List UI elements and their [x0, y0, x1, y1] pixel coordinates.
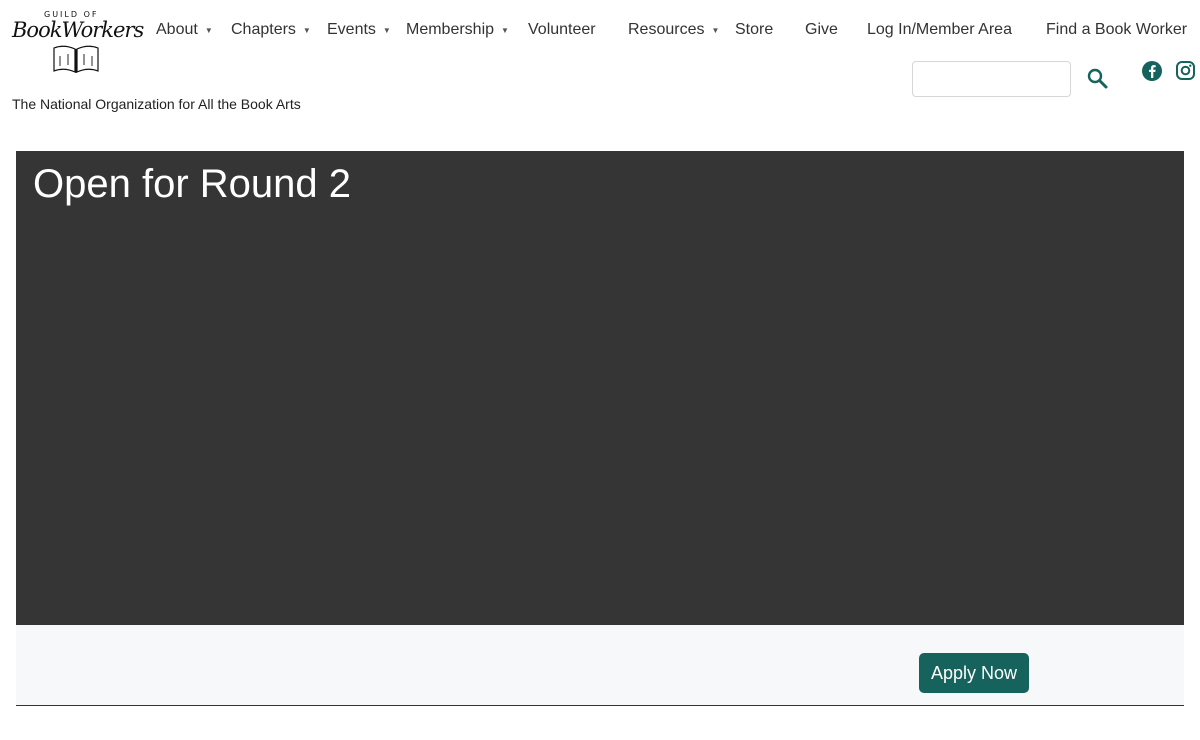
nav-item-membership[interactable]: Membership ▼	[406, 21, 509, 39]
chevron-down-icon: ▼	[382, 25, 391, 35]
chevron-down-icon: ▼	[204, 25, 213, 35]
nav-item-label: Volunteer	[528, 21, 596, 38]
chevron-down-icon: ▼	[711, 25, 720, 35]
search-input[interactable]	[912, 61, 1071, 97]
nav-item-label: Membership	[406, 21, 495, 38]
hero-banner: Open for Round 2	[16, 151, 1184, 625]
chevron-down-icon: ▼	[501, 25, 509, 35]
site-logo[interactable]: GUILD OF BookWorkers	[12, 10, 144, 76]
facebook-icon	[1142, 61, 1162, 81]
nav-item-find-book-worker[interactable]: Find a Book Worker	[1046, 21, 1187, 39]
nav-item-label: Events	[327, 21, 376, 38]
nav-item-resources[interactable]: Resources ▼	[628, 21, 719, 39]
nav-item-volunteer[interactable]: Volunteer	[528, 21, 596, 39]
nav-item-about[interactable]: About ▼	[156, 21, 213, 39]
nav-item-label: Give	[805, 21, 838, 38]
nav-item-label: About	[156, 21, 198, 38]
open-book-icon	[53, 45, 99, 73]
instagram-icon	[1176, 61, 1195, 80]
nav-item-give[interactable]: Give	[805, 21, 838, 39]
site-tagline: The National Organization for All the Bo…	[12, 96, 301, 112]
nav-item-store[interactable]: Store	[735, 21, 773, 39]
facebook-link[interactable]	[1141, 60, 1163, 87]
nav-item-label: Resources	[628, 21, 705, 38]
nav-item-chapters[interactable]: Chapters ▼	[231, 21, 311, 39]
search-icon	[1087, 68, 1108, 89]
search-button[interactable]	[1085, 66, 1111, 92]
apply-now-button[interactable]: Apply Now	[919, 653, 1029, 693]
nav-item-events[interactable]: Events ▼	[327, 21, 391, 39]
nav-item-label: Log In/Member Area	[867, 21, 1012, 38]
nav-item-label: Find a Book Worker	[1046, 21, 1188, 38]
hero-title: Open for Round 2	[33, 162, 351, 206]
nav-item-login[interactable]: Log In/Member Area	[867, 21, 1012, 39]
chevron-down-icon: ▼	[302, 25, 311, 35]
nav-item-label: Chapters	[231, 21, 296, 38]
nav-item-label: Store	[735, 21, 774, 38]
cta-bar: Apply Now	[16, 625, 1184, 706]
instagram-link[interactable]	[1175, 60, 1196, 86]
logo-main-text: BookWorkers	[12, 18, 144, 42]
